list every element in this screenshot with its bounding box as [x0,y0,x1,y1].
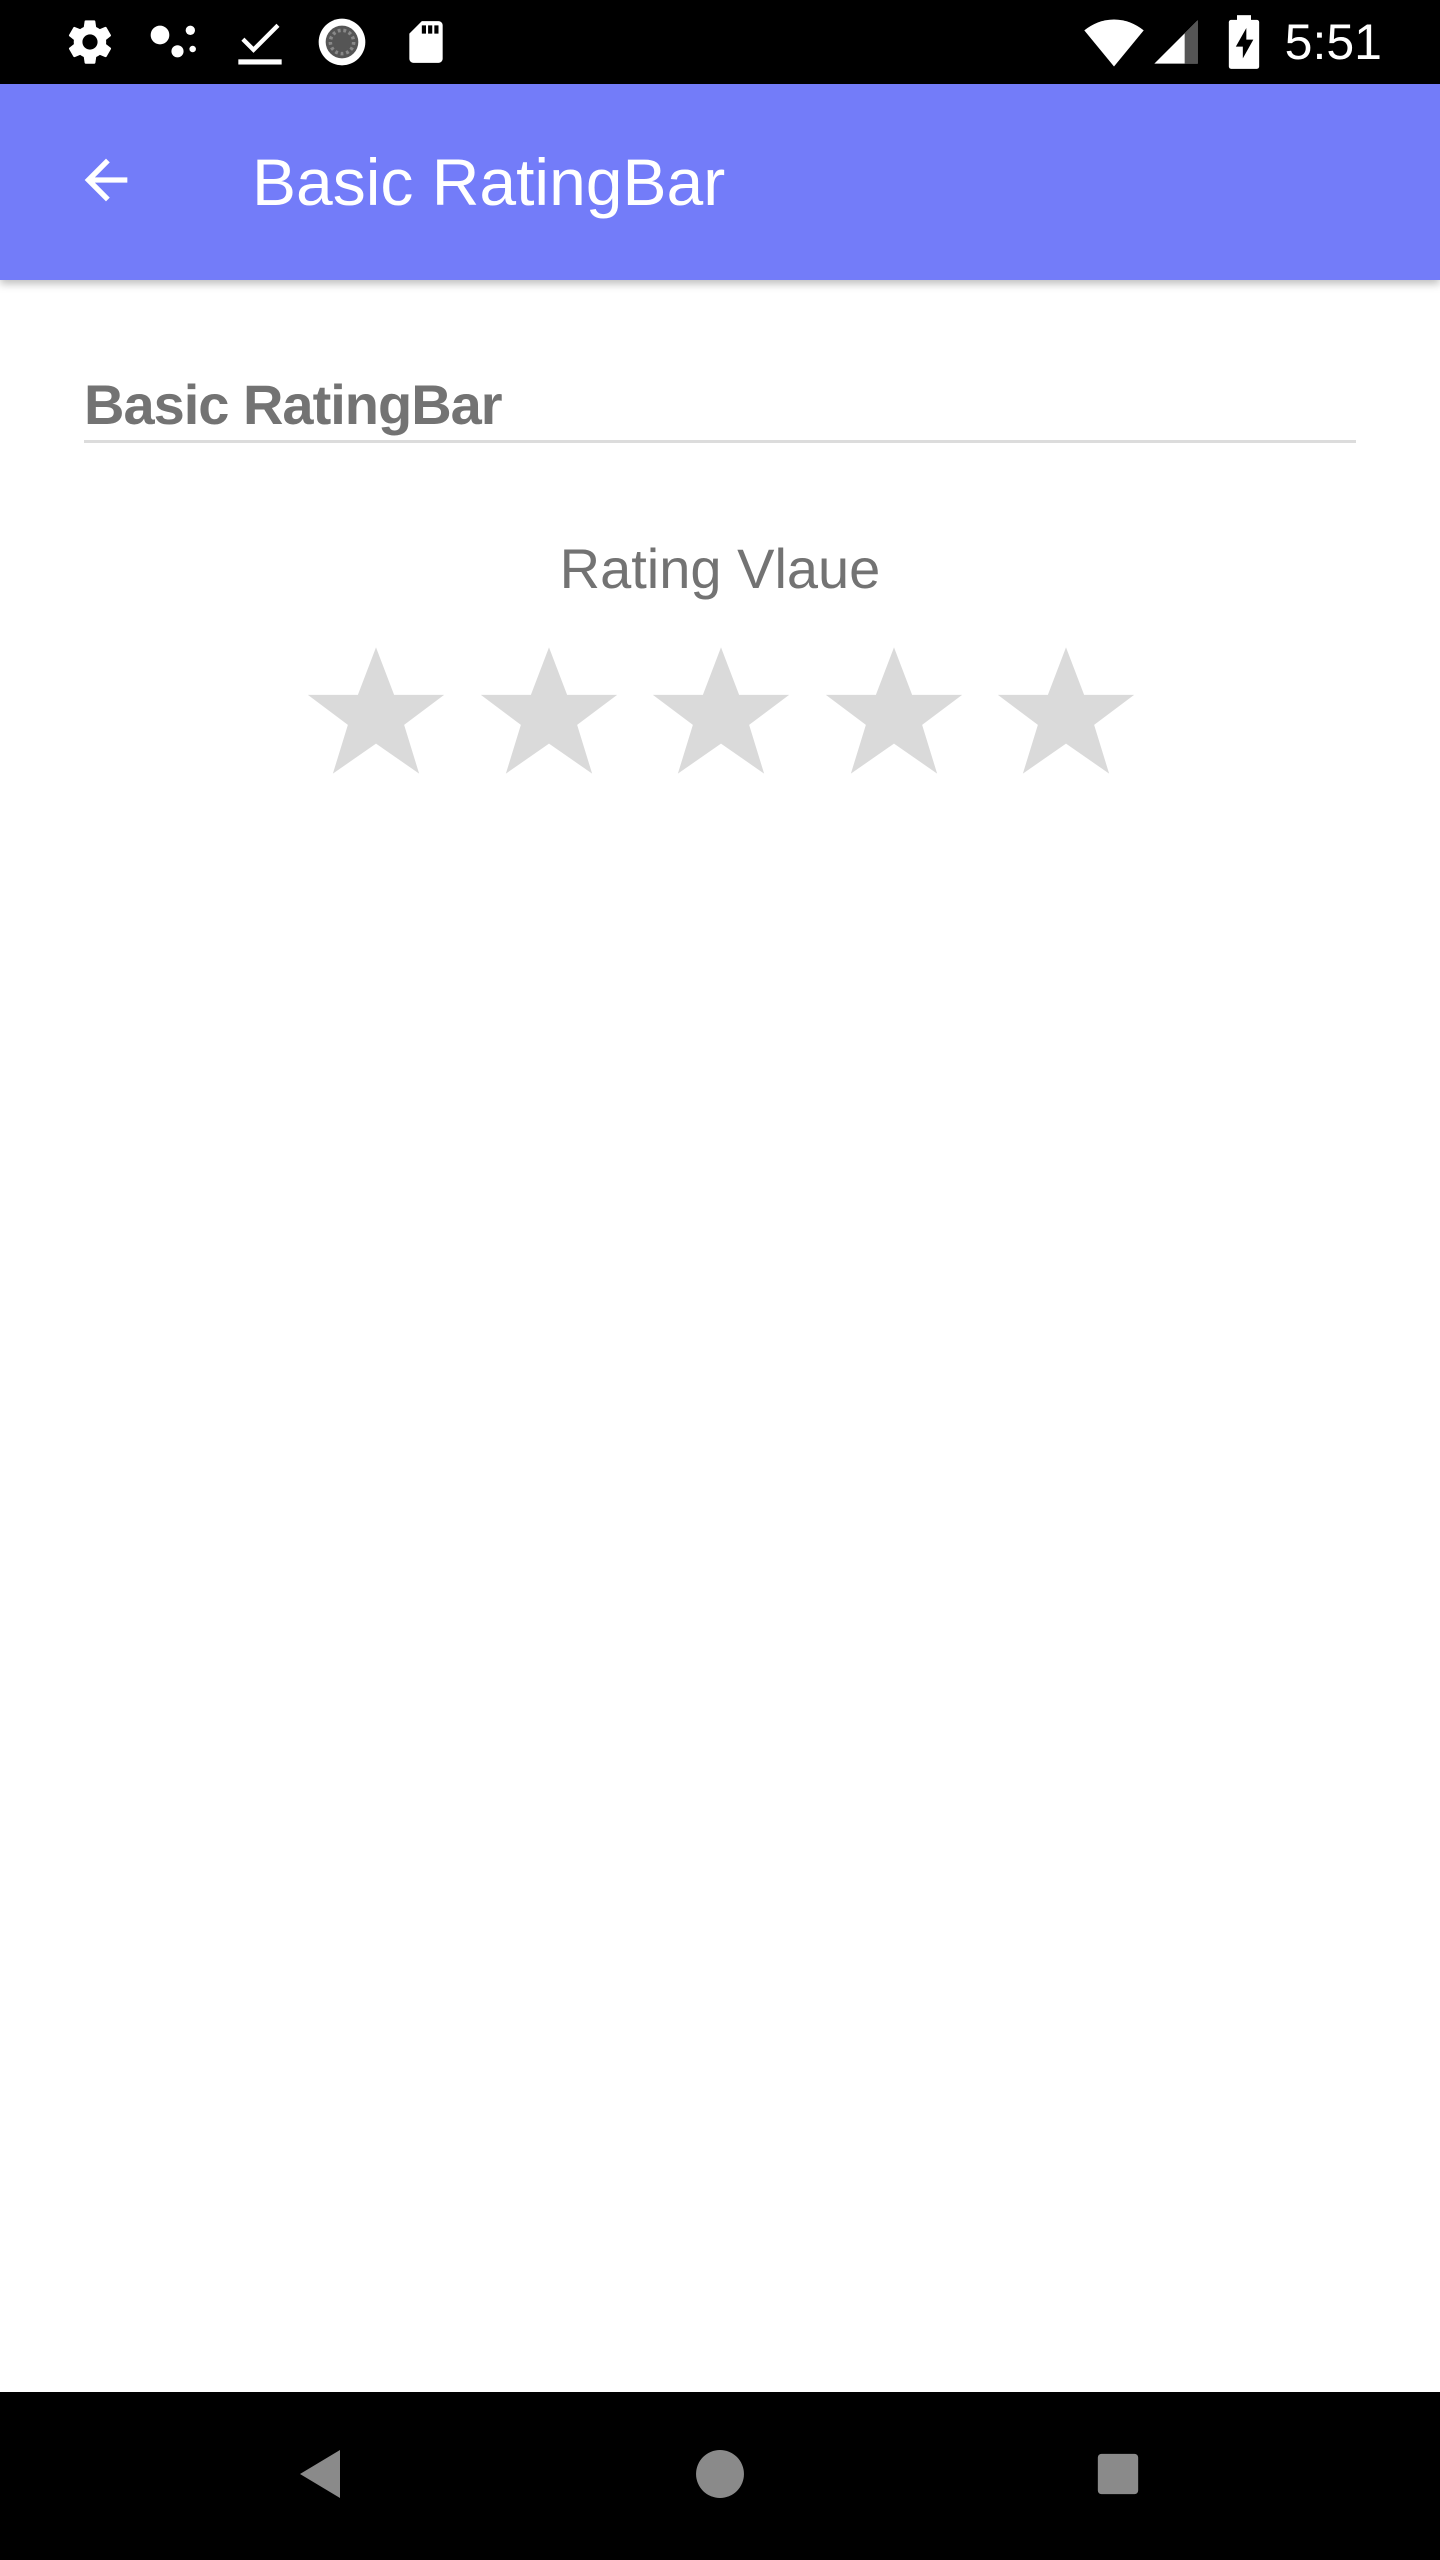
star-icon [646,638,796,793]
star-icon [474,638,624,793]
signal-icon [1148,14,1204,70]
back-button[interactable] [46,122,166,242]
wifi-icon [1082,14,1146,70]
sd-card-icon [398,14,454,70]
arrow-back-icon [74,148,138,217]
gear-icon [62,14,118,70]
download-done-icon [232,14,288,70]
divider [84,440,1356,443]
nav-home-button[interactable] [670,2426,770,2526]
app-bar: Basic RatingBar [0,84,1440,280]
status-bar: 5:51 [0,0,1440,84]
status-time: 5:51 [1284,14,1382,70]
star-5[interactable] [991,640,1141,790]
page-title: Basic RatingBar [252,145,726,219]
star-icon [819,638,969,793]
section-title: Basic RatingBar [84,373,503,436]
assistant-dots-icon [146,14,202,70]
star-icon [301,638,451,793]
recents-square-icon [1096,2452,1140,2501]
sync-icon [314,14,370,70]
star-4[interactable] [819,640,969,790]
star-2[interactable] [474,640,624,790]
navigation-bar [0,2392,1440,2560]
rating-value-label: Rating Vlaue [559,537,881,600]
rating-bar[interactable] [301,640,1141,790]
nav-back-button[interactable] [270,2426,370,2526]
battery-charging-icon [1216,14,1272,70]
home-circle-icon [695,2449,745,2504]
star-icon [991,638,1141,793]
back-triangle-icon [296,2448,344,2505]
star-1[interactable] [301,640,451,790]
star-3[interactable] [646,640,796,790]
nav-recents-button[interactable] [1068,2426,1168,2526]
